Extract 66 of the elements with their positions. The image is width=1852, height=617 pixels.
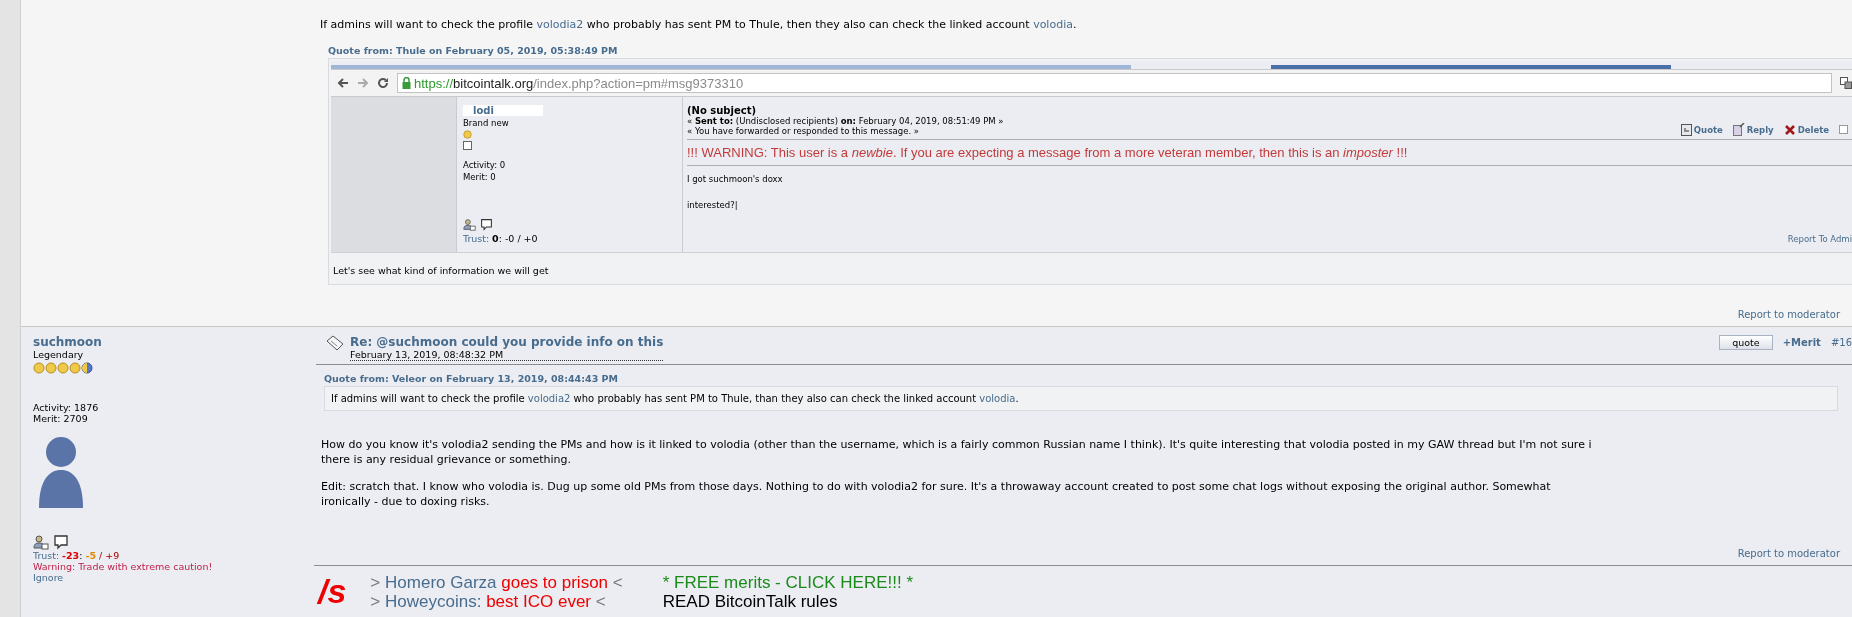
quote-header[interactable]: Quote from: Thule on February 05, 2019, 05:38:49 PM <box>328 45 1852 56</box>
signature-link[interactable]: > Howeycoins: best ICO ever < <box>370 591 623 611</box>
signature-link[interactable]: READ BitcoinTalk rules <box>662 591 914 611</box>
cross-icon <box>1783 123 1796 136</box>
rank-coin-icon <box>463 130 472 139</box>
checkbox-icon <box>463 141 472 150</box>
trust-rating: Trust: -23: -5 / +9 <box>33 550 121 561</box>
post-number[interactable]: #16 <box>1830 337 1852 348</box>
member-rank: Brand new <box>463 118 510 128</box>
profile-icon[interactable] <box>463 218 476 231</box>
username[interactable]: lodi <box>463 105 543 116</box>
rank-coin-icon <box>57 362 69 374</box>
message-subject: (No subject) <box>687 105 756 116</box>
user-link[interactable]: volodia <box>1033 18 1073 31</box>
merit-link[interactable]: +Merit <box>1782 337 1821 348</box>
signature-link[interactable]: > Homero Garza goes to prison < <box>370 572 623 592</box>
message-note: « You have forwarded or responded to this message. » <box>687 126 921 136</box>
message-action-link[interactable]: Delete <box>1783 123 1829 136</box>
activity-count: Activity: 1876 <box>33 402 100 413</box>
select-checkbox[interactable] <box>1839 125 1848 134</box>
ignore-link[interactable]: Ignore <box>33 572 311 583</box>
message-recipients: « Sent to: (Undisclosed recipients) on: February 04, 2019, 08:51:49 PM » <box>687 116 1004 126</box>
warning-message: !!! WARNING: This user is a newbie. If you are expecting a message from a more veteran member, then this is an imposter !!! <box>687 140 1852 166</box>
document-icon <box>1680 123 1692 136</box>
quote-header[interactable]: Quote from: Veleor on February 13, 2019, 08:44:43 PM <box>324 373 1852 384</box>
post-text: If admins will want to check the profile volodia2 who probably has sent PM to Thule, then they also can check the linked account volodia. <box>320 18 1078 31</box>
trade-warning: Warning: Trade with extreme caution! <box>33 561 214 572</box>
merit-count: Merit: 0 <box>463 172 497 182</box>
report-link[interactable]: Report to moderator <box>1737 548 1840 559</box>
profile-icon[interactable] <box>33 534 49 550</box>
post-date: February 13, 2019, 08:48:32 PM <box>350 349 664 361</box>
post-title[interactable]: Re: @suchmoon could you provide info on this <box>350 335 664 349</box>
user-link[interactable]: volodia2 <box>536 18 584 31</box>
signature-link[interactable]: * FREE merits - CLICK HERE!!! * <box>662 572 914 592</box>
post-text: How do you know it's volodia2 sending the PMs and how is it linked to volodia (other than the username, which is a fairly common Russian name I think). It's quite interesting that volodia posted in my GAW thread but I'm not sure i <box>321 437 1593 452</box>
post-text: there is any residual grievance or something. <box>321 452 573 467</box>
message-action-link[interactable]: Reply <box>1732 123 1774 136</box>
activity-count: Activity: 0 <box>463 160 507 170</box>
speech-bubble-icon[interactable] <box>480 218 493 231</box>
merit-count: Merit: 2709 <box>33 413 89 424</box>
member-rank: Legendary <box>33 349 85 360</box>
rank-coin-icon <box>33 362 45 374</box>
reload-icon[interactable] <box>377 77 389 89</box>
report-link[interactable]: Report to moderator <box>1737 309 1840 320</box>
address-bar[interactable]: https://bitcointalk.org/index.php?action=pm#msg9373310 <box>397 73 1832 93</box>
message-action-link[interactable]: Quote <box>1680 123 1723 136</box>
rank-coin-icon <box>45 362 57 374</box>
post-text: ironically - due to doxing risks. <box>321 494 491 509</box>
user-link[interactable]: volodia2 <box>527 393 571 404</box>
lock-icon <box>402 77 411 89</box>
page-pencil-icon <box>1732 123 1745 136</box>
post-text: Edit: scratch that. I know who volodia is. Dug up some old PMs from those days. Nothing to do with volodia2 for sure. It's a throwaway account created to post some chat logs without exposing the original author. Somewhat <box>321 479 1552 494</box>
signature-mark: /s <box>318 572 347 611</box>
post-icon <box>326 335 344 351</box>
report-link[interactable]: Report To Admi <box>1787 234 1852 244</box>
back-arrow-icon[interactable] <box>337 77 349 89</box>
quote-text: If admins will want to check the profile volodia2 who probably has sent PM to Thule, than they also can check the linked account volodia. <box>324 386 1838 411</box>
message-text: interested?| <box>687 200 739 210</box>
message-text: I got suchmoon's doxx <box>687 174 784 184</box>
quote-button[interactable]: quote <box>1719 335 1773 350</box>
speech-bubble-icon[interactable] <box>53 534 69 550</box>
rank-coin-icon <box>81 362 93 374</box>
translate-icon[interactable] <box>1840 77 1852 89</box>
quote-text: Let's see what kind of information we will get <box>332 264 550 278</box>
username[interactable]: suchmoon <box>33 335 311 349</box>
trust-rating: Trust: 0: -0 / +0 <box>463 233 539 244</box>
